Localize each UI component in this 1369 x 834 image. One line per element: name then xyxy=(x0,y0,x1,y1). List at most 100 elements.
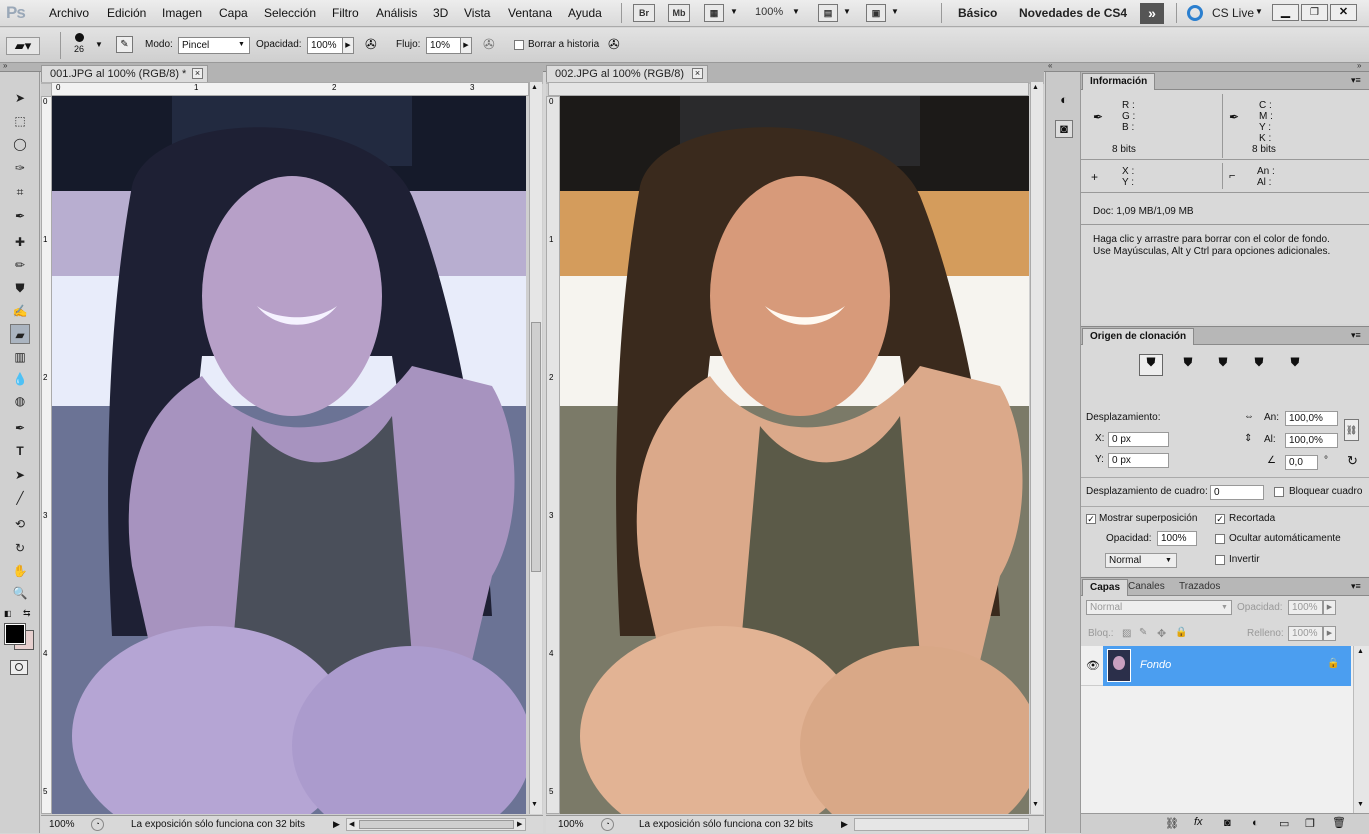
new-layer-icon[interactable]: ❐ xyxy=(1305,817,1315,830)
history-brush-tool-icon[interactable]: ✍ xyxy=(10,301,30,321)
link-layers-icon[interactable]: ⛓ xyxy=(1165,817,1179,830)
auto-hide-checkbox[interactable] xyxy=(1215,534,1225,544)
panel-menu-icon[interactable]: ▾≡ xyxy=(1351,330,1361,341)
view-extras-icon[interactable]: ▦ xyxy=(704,4,724,22)
lock-frame-checkbox[interactable] xyxy=(1274,487,1284,497)
chevron-down-icon[interactable]: ▼ xyxy=(843,7,851,16)
horizontal-scrollbar[interactable]: ◀ ▶ xyxy=(346,818,526,831)
panel-menu-icon[interactable]: ▾≡ xyxy=(1351,75,1361,86)
layer-name[interactable]: Fondo xyxy=(1140,659,1171,671)
zoom-tool-icon[interactable]: 🔍 xyxy=(10,583,30,603)
frame-offset-field[interactable]: 0 xyxy=(1210,485,1264,500)
menu-ayuda[interactable]: Ayuda xyxy=(568,0,602,27)
workspace-basic[interactable]: Básico xyxy=(958,6,997,20)
more-workspaces-icon[interactable]: » xyxy=(1140,3,1164,24)
menu-filtro[interactable]: Filtro xyxy=(332,0,359,27)
document-canvas-1[interactable] xyxy=(52,96,526,814)
new-group-icon[interactable]: ▭ xyxy=(1279,817,1289,830)
scroll-thumb[interactable] xyxy=(531,322,541,572)
zoom-field[interactable]: 100% xyxy=(49,816,75,833)
reset-transform-icon[interactable]: ↻ xyxy=(1347,453,1358,469)
clone-stamp-tool-icon[interactable]: ⛊ xyxy=(10,278,30,298)
workspace-cs4-new[interactable]: Novedades de CS4 xyxy=(1019,6,1127,20)
path-selection-tool-icon[interactable]: ➤ xyxy=(10,465,30,485)
delete-layer-icon[interactable]: 🗑 xyxy=(1332,816,1346,829)
menu-capa[interactable]: Capa xyxy=(219,0,248,27)
default-colors-icon[interactable]: ◧ xyxy=(4,609,12,618)
3d-orbit-tool-icon[interactable]: ↻ xyxy=(10,538,30,558)
width-scale-field[interactable]: 100,0% xyxy=(1285,411,1338,426)
eraser-tool-icon[interactable]: ▰ xyxy=(10,324,30,344)
tablet-pressure-icon[interactable]: ✇ xyxy=(608,36,620,53)
bridge-button[interactable]: Br xyxy=(633,4,655,22)
fill-field[interactable]: 100% xyxy=(1288,626,1323,641)
opacity-slider-button[interactable]: ▶ xyxy=(1323,600,1336,615)
menu-edicion[interactable]: Edición xyxy=(107,0,146,27)
menu-ventana[interactable]: Ventana xyxy=(508,0,552,27)
flow-slider-button[interactable]: ▶ xyxy=(460,37,472,54)
clone-source-5-icon[interactable]: ⛊ xyxy=(1284,355,1306,375)
visibility-eye-icon[interactable]: 👁 xyxy=(1086,659,1100,672)
link-scale-icon[interactable]: ⛓ xyxy=(1344,419,1359,441)
layers-scrollbar[interactable]: ▲ ▼ xyxy=(1353,646,1369,813)
opacity-slider-button[interactable]: ▶ xyxy=(342,37,354,54)
scroll-thumb[interactable] xyxy=(359,820,514,829)
lock-all-icon[interactable]: 🔒 xyxy=(1175,627,1187,638)
line-tool-icon[interactable]: ╱ xyxy=(10,488,30,508)
blur-tool-icon[interactable]: 💧 xyxy=(10,369,30,389)
close-tab-icon[interactable]: × xyxy=(192,68,203,79)
hand-tool-icon[interactable]: ✋ xyxy=(10,561,30,581)
screen-mode-icon[interactable]: ▣ xyxy=(866,4,886,22)
lock-image-icon[interactable]: ✎ xyxy=(1139,627,1147,638)
height-scale-field[interactable]: 100,0% xyxy=(1285,433,1338,448)
swap-colors-icon[interactable]: ⇆ xyxy=(23,608,31,619)
status-menu-arrow-icon[interactable]: ▶ xyxy=(333,816,340,833)
layer-opacity-field[interactable]: 100% xyxy=(1288,600,1323,615)
vertical-scrollbar[interactable]: ▲ ▼ xyxy=(1030,82,1043,814)
tab-canales[interactable]: Canales xyxy=(1121,579,1172,596)
eraser-preset-icon[interactable]: ▰▾ xyxy=(6,37,40,55)
quick-mask-icon[interactable] xyxy=(10,660,28,675)
brush-tip-icon[interactable] xyxy=(75,33,84,42)
gradient-tool-icon[interactable]: ▥ xyxy=(10,347,30,367)
zoom-field[interactable]: 100% xyxy=(558,816,584,833)
offset-x-field[interactable]: 0 px xyxy=(1108,432,1169,447)
document-tab-2[interactable]: 002.JPG al 100% (RGB/8) × xyxy=(546,65,708,82)
zoom-level[interactable]: 100% xyxy=(755,6,783,18)
cs-live-menu[interactable]: CS Live xyxy=(1212,6,1254,20)
layer-row-selected[interactable]: Fondo 🔒 xyxy=(1103,646,1351,686)
brush-tool-icon[interactable]: ✏ xyxy=(10,255,30,275)
clipped-checkbox[interactable]: ✓ xyxy=(1215,514,1225,524)
lasso-tool-icon[interactable]: ◯ xyxy=(10,134,30,154)
eyedropper-tool-icon[interactable]: ✒ xyxy=(10,206,30,226)
offset-y-field[interactable]: 0 px xyxy=(1108,453,1169,468)
overlay-opacity-field[interactable]: 100% xyxy=(1157,531,1197,546)
horizontal-scrollbar[interactable] xyxy=(854,818,1029,831)
menu-analisis[interactable]: Análisis xyxy=(376,0,417,27)
lock-position-icon[interactable]: ✥ xyxy=(1157,627,1166,640)
menu-3d[interactable]: 3D xyxy=(433,0,448,27)
chevron-down-icon[interactable]: ▼ xyxy=(891,7,899,16)
clone-source-4-icon[interactable]: ⛊ xyxy=(1248,355,1270,375)
close-button[interactable]: ✕ xyxy=(1330,4,1357,21)
tab-trazados[interactable]: Trazados xyxy=(1172,579,1227,596)
document-tab-1[interactable]: 001.JPG al 100% (RGB/8) * × xyxy=(41,65,208,82)
mini-bridge-button[interactable]: Mb xyxy=(668,4,690,22)
marquee-tool-icon[interactable]: ⬚ xyxy=(10,111,30,131)
document-canvas-2[interactable] xyxy=(560,96,1029,814)
opacity-field[interactable]: 100% xyxy=(307,37,343,54)
clone-source-2-icon[interactable]: ⛊ xyxy=(1177,355,1199,375)
close-tab-icon[interactable]: × xyxy=(692,68,703,79)
show-overlay-checkbox[interactable]: ✓ xyxy=(1086,514,1096,524)
chevron-down-icon[interactable]: ▼ xyxy=(95,40,103,49)
masks-panel-icon[interactable]: ◙ xyxy=(1055,120,1073,138)
vertical-scrollbar[interactable]: ▲ ▼ xyxy=(529,82,542,814)
status-menu-arrow-icon[interactable]: ▶ xyxy=(841,816,848,833)
arrange-documents-icon[interactable]: ▤ xyxy=(818,4,838,22)
airbrush-pressure-icon[interactable]: ✇ xyxy=(365,36,377,53)
brush-panel-icon[interactable]: ✎ xyxy=(116,36,133,53)
chevron-down-icon[interactable]: ▼ xyxy=(730,7,738,16)
invert-checkbox[interactable] xyxy=(1215,555,1225,565)
status-options-icon[interactable]: ◔ xyxy=(601,818,614,831)
panel-menu-icon[interactable]: ▾≡ xyxy=(1351,581,1361,592)
